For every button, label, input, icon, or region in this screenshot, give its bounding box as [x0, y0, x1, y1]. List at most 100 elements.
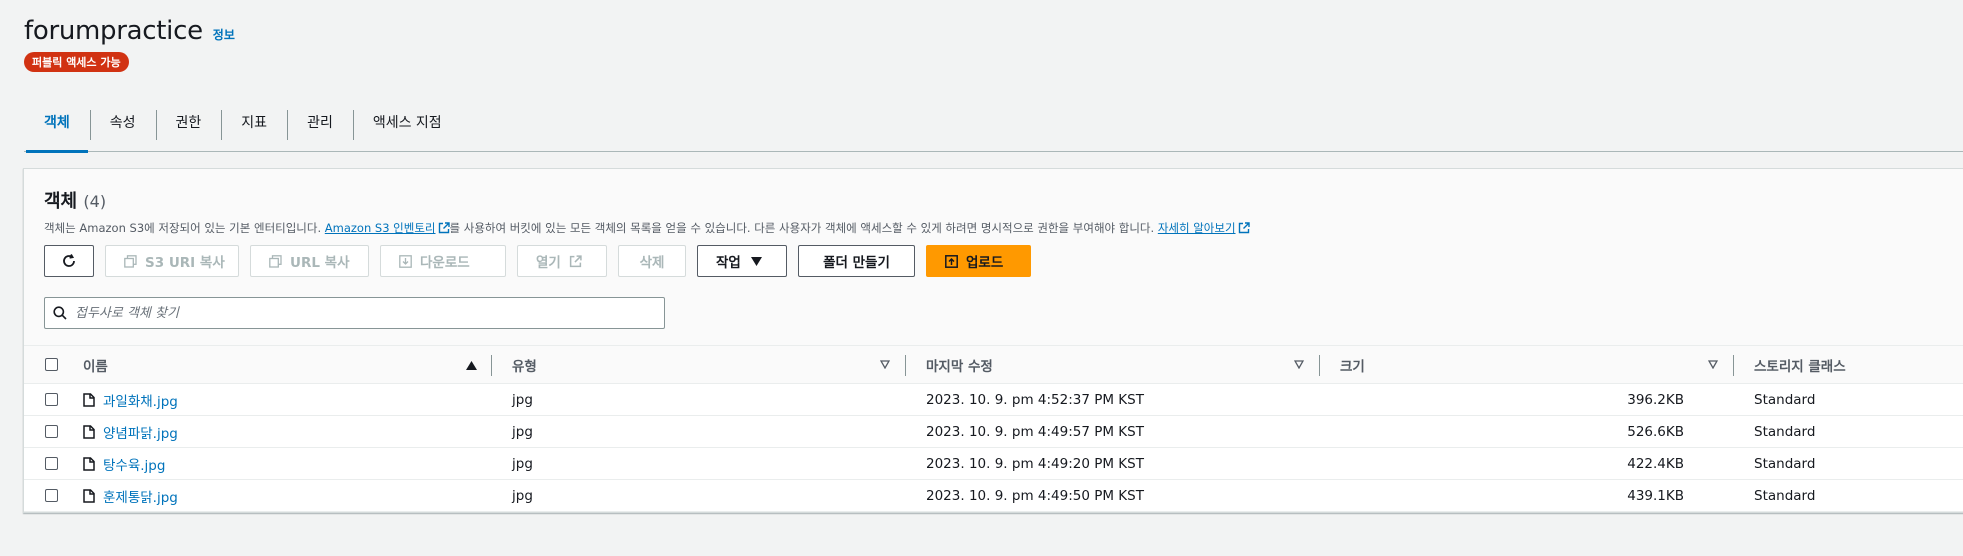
- column-separator[interactable]: [905, 355, 906, 376]
- open-label: 열기: [536, 255, 561, 271]
- file-icon: [83, 392, 95, 407]
- sort-ascending-icon[interactable]: [466, 361, 477, 370]
- bucket-tabs: 객체 속성 권한 지표 관리 액세스 지점: [24, 104, 1963, 153]
- type-cell: jpg: [512, 455, 533, 472]
- row-checkbox-cell: [45, 384, 61, 415]
- column-header-size[interactable]: 크기: [1340, 346, 1684, 383]
- upload-icon: [945, 254, 958, 268]
- objects-toolbar: S3 URI 복사 URL 복사 다운로드 열기 삭제 작업 폴더 만들기 업로…: [44, 245, 1031, 277]
- refresh-button[interactable]: [44, 245, 94, 277]
- column-header-name[interactable]: 이름: [83, 346, 108, 383]
- column-separator[interactable]: [1319, 355, 1320, 376]
- tab-objects[interactable]: 객체: [24, 104, 90, 153]
- sort-icon[interactable]: [1708, 360, 1718, 369]
- table-header: 이름 유형 마지막 수정 크기 스토리지 클래스: [24, 345, 1963, 384]
- copy-url-button[interactable]: URL 복사: [250, 245, 369, 277]
- column-header-type[interactable]: 유형: [512, 346, 537, 383]
- upload-label: 업로드: [966, 255, 1004, 271]
- public-access-badge: 퍼블릭 액세스 가능: [24, 52, 129, 72]
- external-link-icon: [1238, 222, 1250, 234]
- external-link-icon: [569, 254, 582, 268]
- tab-management[interactable]: 관리: [287, 104, 353, 152]
- row-checkbox[interactable]: [45, 489, 58, 502]
- upload-button[interactable]: 업로드: [926, 245, 1031, 277]
- copy-url-label: URL 복사: [290, 255, 350, 271]
- row-checkbox[interactable]: [45, 425, 58, 438]
- size-cell: 439.1KB: [1627, 487, 1684, 504]
- column-header-storage-class[interactable]: 스토리지 클래스: [1754, 346, 1846, 383]
- column-header-last-modified[interactable]: 마지막 수정: [926, 346, 993, 383]
- object-link[interactable]: 과일화채.jpg: [103, 390, 178, 410]
- type-cell: jpg: [512, 487, 533, 504]
- delete-label: 삭제: [639, 255, 665, 271]
- column-separator[interactable]: [491, 355, 492, 376]
- object-link[interactable]: 훈제통닭.jpg: [103, 486, 178, 506]
- copy-s3-uri-label: S3 URI 복사: [145, 255, 225, 271]
- file-icon: [83, 488, 95, 503]
- object-link[interactable]: 양념파닭.jpg: [103, 422, 178, 442]
- column-separator[interactable]: [1733, 355, 1734, 376]
- storage-class-cell: Standard: [1754, 487, 1816, 504]
- objects-table: 이름 유형 마지막 수정 크기 스토리지 클래스 과일화채.jpg jpg 20…: [24, 345, 1963, 512]
- download-label: 다운로드: [420, 255, 470, 271]
- create-folder-button[interactable]: 폴더 만들기: [798, 245, 915, 277]
- objects-description: 객체는 Amazon S3에 저장되어 있는 기본 엔터티입니다. Amazon…: [44, 220, 1250, 236]
- external-link-icon: [438, 222, 450, 234]
- object-link[interactable]: 탕수육.jpg: [103, 454, 165, 474]
- info-link[interactable]: 정보: [213, 26, 235, 43]
- objects-count: (4): [83, 192, 107, 211]
- description-text: 객체는 Amazon S3에 저장되어 있는 기본 엔터티입니다.: [44, 221, 325, 235]
- open-button[interactable]: 열기: [517, 245, 607, 277]
- learn-more-link[interactable]: 자세히 알아보기: [1158, 221, 1250, 235]
- name-cell: 과일화채.jpg: [83, 384, 178, 415]
- last-modified-cell: 2023. 10. 9. pm 4:52:37 PM KST: [926, 391, 1144, 408]
- row-checkbox[interactable]: [45, 393, 58, 406]
- row-checkbox[interactable]: [45, 457, 58, 470]
- storage-class-cell: Standard: [1754, 423, 1816, 440]
- name-cell: 훈제통닭.jpg: [83, 480, 178, 511]
- select-all-cell: [45, 346, 61, 383]
- refresh-icon: [63, 254, 75, 267]
- create-folder-label: 폴더 만들기: [823, 255, 890, 271]
- row-checkbox-cell: [45, 448, 61, 479]
- download-icon: [399, 254, 412, 268]
- tab-permissions[interactable]: 권한: [155, 104, 222, 152]
- file-icon: [83, 424, 95, 439]
- tab-access-points[interactable]: 액세스 지점: [352, 104, 462, 152]
- caret-down-icon: [750, 256, 762, 266]
- download-button[interactable]: 다운로드: [380, 245, 506, 277]
- tab-properties[interactable]: 속성: [89, 104, 156, 152]
- size-cell: 422.4KB: [1627, 455, 1684, 472]
- learn-more-label: 자세히 알아보기: [1157, 221, 1236, 235]
- copy-icon: [124, 254, 137, 268]
- actions-label: 작업: [716, 255, 741, 271]
- actions-dropdown[interactable]: 작업: [697, 245, 787, 277]
- last-modified-cell: 2023. 10. 9. pm 4:49:57 PM KST: [926, 423, 1144, 440]
- sort-icon[interactable]: [1294, 360, 1304, 369]
- last-modified-cell: 2023. 10. 9. pm 4:49:20 PM KST: [926, 455, 1144, 472]
- table-row: 과일화채.jpg jpg 2023. 10. 9. pm 4:52:37 PM …: [24, 384, 1963, 416]
- storage-class-cell: Standard: [1754, 455, 1816, 472]
- storage-class-cell: Standard: [1754, 391, 1816, 408]
- size-cell: 396.2KB: [1627, 391, 1684, 408]
- copy-icon: [269, 254, 282, 268]
- file-icon: [83, 456, 95, 471]
- search-icon: [53, 306, 67, 320]
- objects-panel-title: 객체 (4): [44, 187, 106, 213]
- row-checkbox-cell: [45, 416, 61, 447]
- delete-button[interactable]: 삭제: [618, 245, 686, 277]
- description-text-2: 를 사용하여 버킷에 있는 모든 객체의 목록을 얻을 수 있습니다. 다른 사…: [449, 221, 1158, 235]
- type-cell: jpg: [512, 391, 533, 408]
- tab-metrics[interactable]: 지표: [221, 104, 287, 152]
- name-cell: 양념파닭.jpg: [83, 416, 178, 447]
- copy-s3-uri-button[interactable]: S3 URI 복사: [105, 245, 239, 277]
- bucket-header: forumpractice 정보 퍼블릭 액세스 가능: [24, 16, 235, 72]
- select-all-checkbox[interactable]: [45, 358, 58, 371]
- objects-title-text: 객체: [44, 191, 78, 212]
- search-input[interactable]: [75, 305, 635, 321]
- inventory-link[interactable]: Amazon S3 인벤토리: [325, 221, 450, 235]
- last-modified-cell: 2023. 10. 9. pm 4:49:50 PM KST: [926, 487, 1144, 504]
- size-cell: 526.6KB: [1627, 423, 1684, 440]
- type-cell: jpg: [512, 423, 533, 440]
- sort-icon[interactable]: [880, 360, 890, 369]
